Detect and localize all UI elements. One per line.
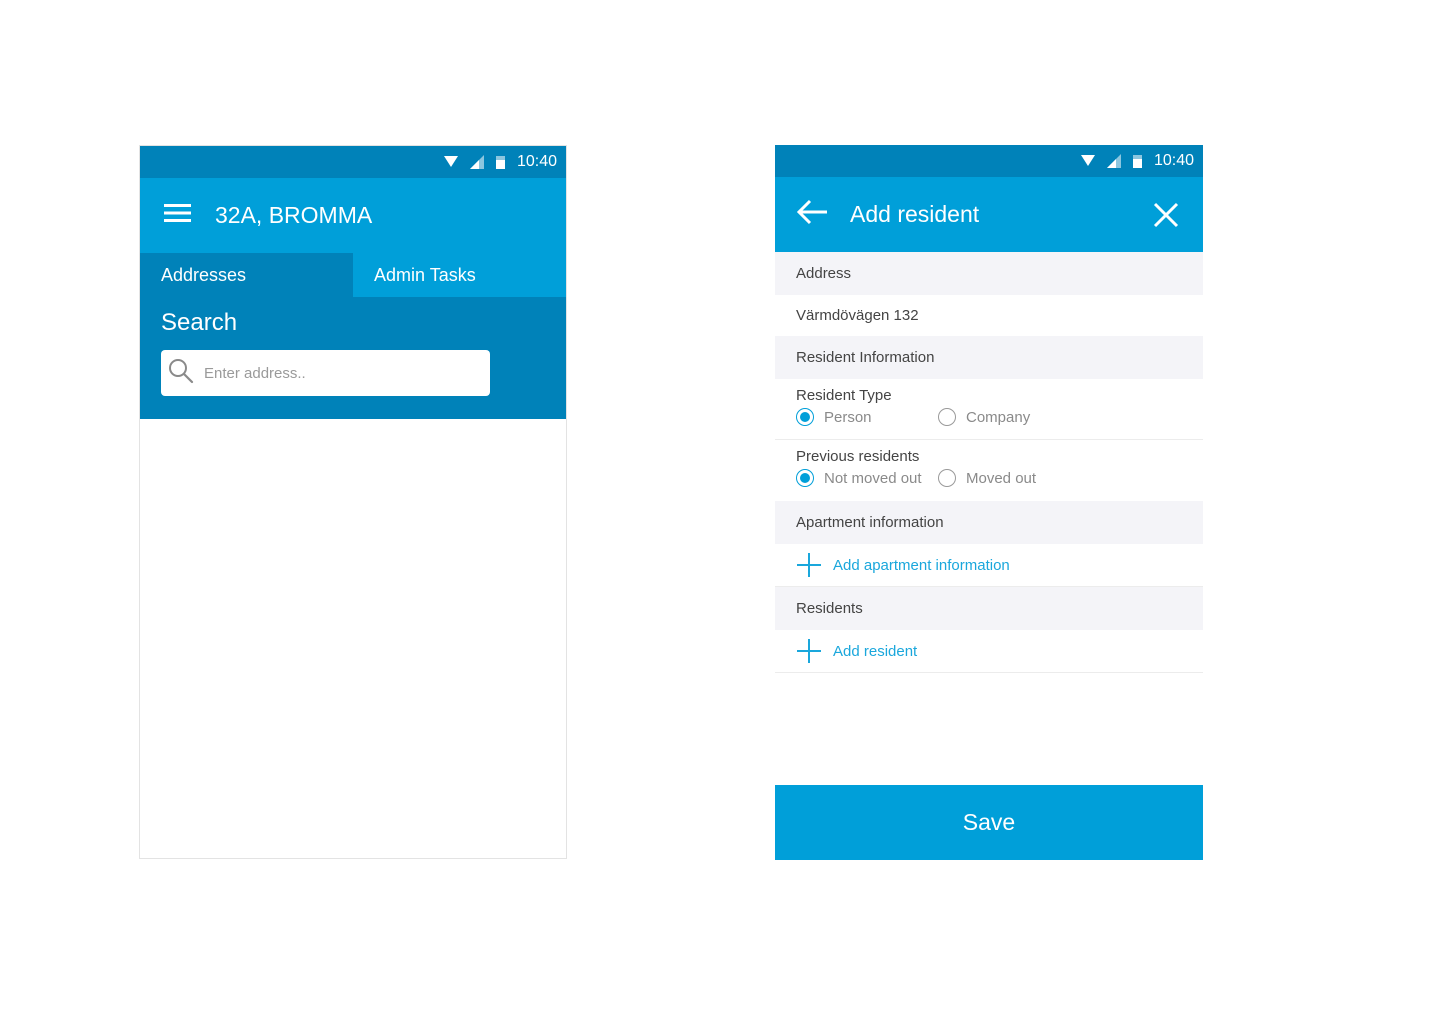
hamburger-menu-icon[interactable] [164, 204, 191, 227]
apartment-information-header: Apartment information [775, 501, 1203, 544]
previous-residents-field: Previous residents Not moved out Moved o… [775, 440, 1203, 501]
add-apartment-information-label: Add apartment information [833, 556, 1010, 574]
tab-admin-tasks[interactable]: Admin Tasks [353, 253, 566, 297]
resident-type-radio-group: Person Company [796, 408, 1203, 426]
wifi-icon [443, 156, 458, 168]
close-icon[interactable] [1153, 202, 1179, 233]
add-resident-label: Add resident [833, 642, 918, 660]
address-section-header: Address [775, 252, 1203, 295]
add-resident-screen: 10:40 Add resident Address Värmdövägen 1… [775, 145, 1203, 860]
status-bar: 10:40 [140, 146, 566, 178]
page-title: Add resident [850, 201, 980, 227]
previous-residents-radio-group: Not moved out Moved out [796, 469, 1203, 487]
search-box[interactable] [161, 350, 490, 396]
radio-checked-icon [796, 408, 814, 426]
page-title: 32A, BROMMA [215, 202, 373, 228]
search-panel: Search [140, 297, 566, 419]
signal-icon [1106, 154, 1121, 168]
signal-icon [469, 155, 484, 169]
app-bar: Add resident [775, 177, 1203, 252]
addresses-screen: 10:40 32A, BROMMA Addresses Admin Tasks … [139, 145, 567, 859]
add-resident-button[interactable]: Add resident [775, 630, 1203, 673]
tab-bar: Addresses Admin Tasks [140, 253, 566, 297]
radio-person[interactable]: Person [796, 408, 938, 426]
radio-unchecked-icon [938, 469, 956, 487]
status-bar: 10:40 [775, 145, 1203, 177]
previous-residents-label: Previous residents [796, 448, 920, 465]
radio-company[interactable]: Company [938, 408, 1030, 426]
status-time: 10:40 [516, 153, 557, 170]
arrow-left-icon[interactable] [796, 199, 828, 230]
address-value: Värmdövägen 132 [796, 307, 919, 324]
search-title: Search [161, 309, 238, 336]
residents-header: Residents [775, 587, 1203, 630]
radio-moved-out-label: Moved out [966, 469, 1037, 487]
app-bar: 32A, BROMMA [140, 178, 566, 253]
save-button[interactable]: Save [775, 785, 1203, 860]
radio-not-moved-out[interactable]: Not moved out [796, 469, 938, 487]
resident-type-field: Resident Type Person Company [775, 379, 1203, 440]
search-icon [168, 358, 194, 389]
address-search-input[interactable] [202, 363, 466, 383]
wifi-icon [1080, 155, 1095, 167]
radio-unchecked-icon [938, 408, 956, 426]
tab-addresses[interactable]: Addresses [140, 253, 353, 297]
plus-icon [797, 553, 821, 577]
add-apartment-information-button[interactable]: Add apartment information [775, 544, 1203, 587]
radio-not-moved-out-label: Not moved out [824, 469, 922, 487]
status-time: 10:40 [1153, 152, 1194, 169]
battery-icon [495, 155, 505, 169]
radio-person-label: Person [824, 408, 872, 426]
plus-icon [797, 639, 821, 663]
battery-icon [1132, 154, 1142, 168]
resident-information-header: Resident Information [775, 336, 1203, 379]
radio-moved-out[interactable]: Moved out [938, 469, 1036, 487]
radio-company-label: Company [966, 408, 1031, 426]
radio-checked-icon [796, 469, 814, 487]
resident-type-label: Resident Type [796, 387, 892, 404]
